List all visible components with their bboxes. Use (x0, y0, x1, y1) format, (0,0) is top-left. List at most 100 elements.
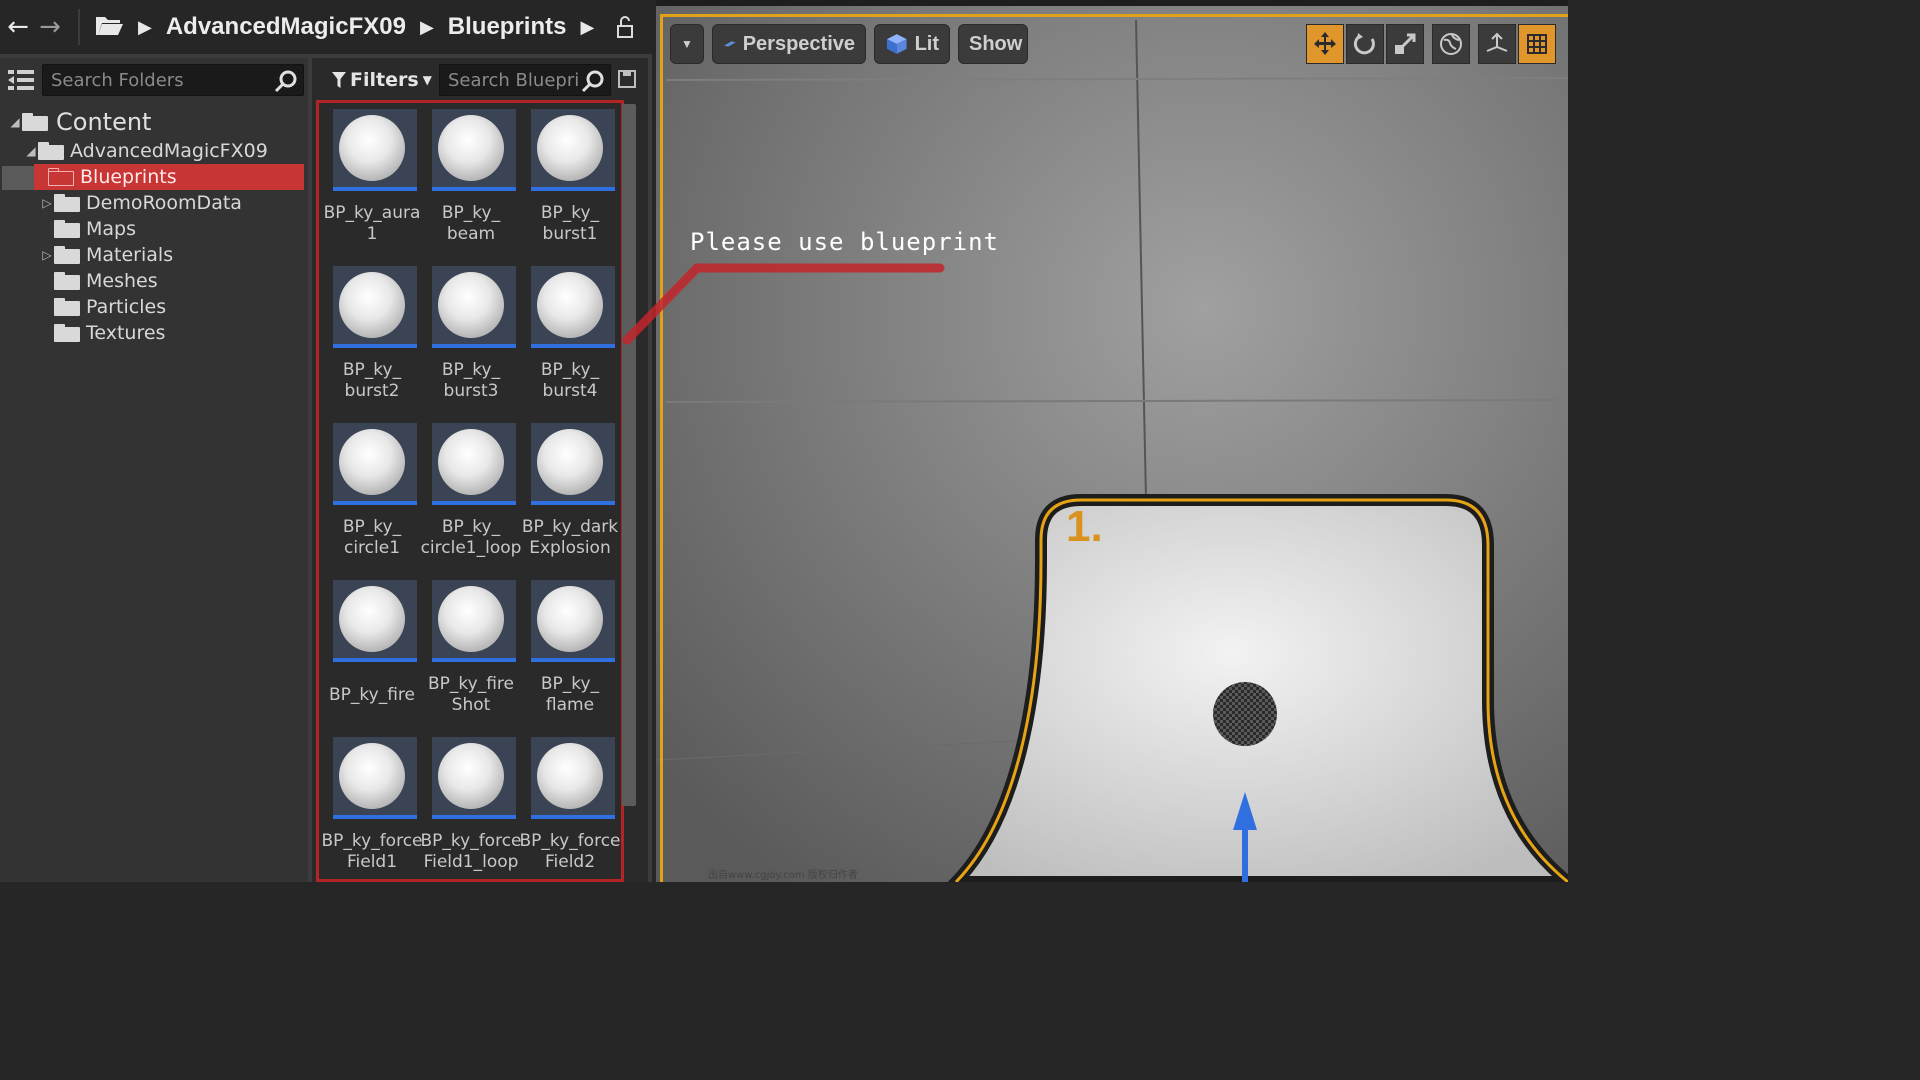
asset-view-panel: Filters ▼ Search Bluepri BP_ky_aura 1 BP_k… (312, 58, 648, 882)
highlighted-asset-area: BP_ky_aura 1 BP_ky_ beam BP_ky_ burst1 BP_ky_ b… (316, 100, 624, 882)
sphere-preview-icon (339, 586, 405, 652)
asset-tile[interactable]: BP_ky_ flame (521, 576, 619, 726)
asset-tile[interactable]: BP_ky_fire (323, 576, 421, 726)
navigation-bar: ← → ▶ AdvancedMagicFX09 ▶ Blueprints ▶ (0, 0, 652, 54)
folder-tree-item[interactable]: ◢ Content (0, 106, 308, 138)
asset-tile[interactable]: BP_ky_fire Shot (422, 576, 520, 726)
asset-name: BP_ky_aura 1 (317, 203, 427, 245)
perspective-label: Perspective (742, 32, 855, 55)
asset-type-bar (333, 815, 417, 819)
asset-tile[interactable]: BP_ky_force Field2 (519, 733, 621, 883)
level-viewport[interactable]: ▼ Perspective Lit Show Please use bluepr… (656, 0, 1568, 882)
asset-tile[interactable]: BP_ky_ burst4 (521, 262, 619, 412)
sphere-preview-icon (537, 429, 603, 495)
folder-tree-label: Maps (86, 218, 136, 240)
breadcrumb-blueprints[interactable]: Blueprints (448, 13, 567, 41)
asset-search-input[interactable]: Search Bluepri (439, 64, 611, 96)
open-folder-icon[interactable] (94, 13, 124, 41)
asset-tile[interactable]: BP_ky_ burst1 (521, 105, 619, 255)
grid-icon (1527, 34, 1547, 54)
asset-tile[interactable]: BP_ky_ circle1 (323, 419, 421, 569)
surface-snap-button[interactable] (1478, 24, 1516, 64)
asset-name: BP_ky_ flame (515, 674, 625, 716)
asset-name-line2: Explosion (529, 538, 611, 558)
content-browser: ← → ▶ AdvancedMagicFX09 ▶ Blueprints ▶ S… (0, 0, 652, 882)
asset-name-line2: beam (446, 224, 496, 244)
callout-annotation: Please use blueprint (690, 228, 999, 256)
asset-name: BP_ky_dark Explosion (515, 517, 625, 559)
folder-tree-item[interactable]: Particles (0, 294, 308, 320)
folder-tree-label: Particles (86, 296, 167, 318)
asset-type-bar (432, 658, 516, 662)
asset-type-bar (531, 187, 615, 191)
sphere-preview-icon (438, 429, 504, 495)
asset-scrollbar[interactable] (622, 104, 636, 806)
asset-tile[interactable]: BP_ky_force Field1_loop (420, 733, 522, 883)
sphere-preview-icon (339, 743, 405, 809)
sphere-preview-icon (339, 115, 405, 181)
scene-sign-number: 1. (1066, 502, 1103, 551)
folder-tree-item[interactable]: ▷ DemoRoomData (0, 190, 308, 216)
translate-tool-button[interactable] (1306, 24, 1344, 64)
asset-type-bar (333, 187, 417, 191)
asset-tile[interactable]: BP_ky_ beam (422, 105, 520, 255)
asset-tile[interactable]: BP_ky_ circle1_loop (421, 419, 521, 569)
asset-thumbnail (531, 266, 615, 348)
asset-tile[interactable]: BP_ky_ burst3 (422, 262, 520, 412)
collapse-arrow-icon[interactable]: ◢ (24, 144, 38, 158)
folder-tree-item[interactable]: Meshes (0, 268, 308, 294)
asset-name: BP_ky_ burst1 (515, 203, 625, 245)
viewport-focus-border (660, 14, 1568, 882)
folder-tree-label: DemoRoomData (86, 192, 242, 214)
watermark: 出自www.cgjoy.com 版权归作者 (708, 870, 858, 881)
asset-type-bar (531, 344, 615, 348)
breadcrumb-menu-arrow-icon[interactable]: ▶ (580, 17, 594, 38)
collapse-arrow-icon[interactable]: ◢ (8, 115, 22, 129)
asset-thumbnail (531, 737, 615, 819)
filters-button[interactable]: Filters ▼ (320, 62, 432, 98)
lock-icon[interactable] (612, 14, 638, 44)
folder-tree-item[interactable]: ▷ Materials (0, 242, 308, 268)
world-space-button[interactable] (1432, 24, 1470, 64)
scale-tool-button[interactable] (1386, 24, 1424, 64)
folder-tree-item[interactable]: ◢ AdvancedMagicFX09 (0, 138, 308, 164)
asset-type-bar (432, 815, 516, 819)
asset-thumbnail (333, 266, 417, 348)
asset-name-line2: burst3 (443, 381, 499, 401)
folder-icon (22, 113, 50, 131)
asset-tile[interactable]: BP_ky_aura 1 (323, 105, 421, 255)
asset-name: BP_ky_ burst4 (515, 360, 625, 402)
grid-snap-button[interactable] (1518, 24, 1556, 64)
sphere-preview-icon (438, 115, 504, 181)
asset-thumbnail (531, 423, 615, 505)
expand-arrow-icon[interactable]: ▷ (40, 248, 54, 262)
folder-tree-item[interactable]: Maps (0, 216, 308, 242)
folder-search-input[interactable]: Search Folders (42, 64, 304, 96)
asset-name: BP_ky_ circle1_loop (416, 517, 526, 559)
filter-funnel-icon (332, 72, 346, 88)
breadcrumb-advancedmagicfx09[interactable]: AdvancedMagicFX09 (166, 13, 406, 41)
save-search-icon[interactable] (618, 70, 636, 92)
expand-arrow-icon[interactable]: ▷ (40, 196, 54, 210)
chevron-down-icon: ▼ (422, 73, 432, 87)
asset-name-line1: BP_ky_ (441, 203, 501, 223)
lit-button[interactable]: Lit (874, 24, 950, 64)
perspective-button[interactable]: Perspective (712, 24, 866, 64)
rotate-tool-button[interactable] (1346, 24, 1384, 64)
sources-panel-toggle-icon[interactable] (6, 66, 36, 94)
asset-type-bar (432, 344, 516, 348)
folder-tree-item[interactable]: Textures (0, 320, 308, 346)
forward-icon[interactable]: → (34, 12, 66, 42)
viewport-options-button[interactable]: ▼ (670, 24, 704, 64)
back-icon[interactable]: ← (2, 12, 34, 42)
folder-icon (54, 324, 80, 342)
show-button[interactable]: Show (958, 24, 1028, 64)
asset-tile[interactable]: BP_ky_ burst2 (323, 262, 421, 412)
asset-tile[interactable]: BP_ky_force Field1 (321, 733, 423, 883)
folder-icon (48, 168, 74, 186)
asset-name-line2: 1 (366, 224, 378, 244)
folder-tree-item[interactable]: Blueprints (34, 164, 304, 190)
folder-search-placeholder: Search Folders (51, 70, 184, 91)
surface-snap-icon (1486, 32, 1508, 52)
asset-tile[interactable]: BP_ky_dark Explosion (521, 419, 619, 569)
